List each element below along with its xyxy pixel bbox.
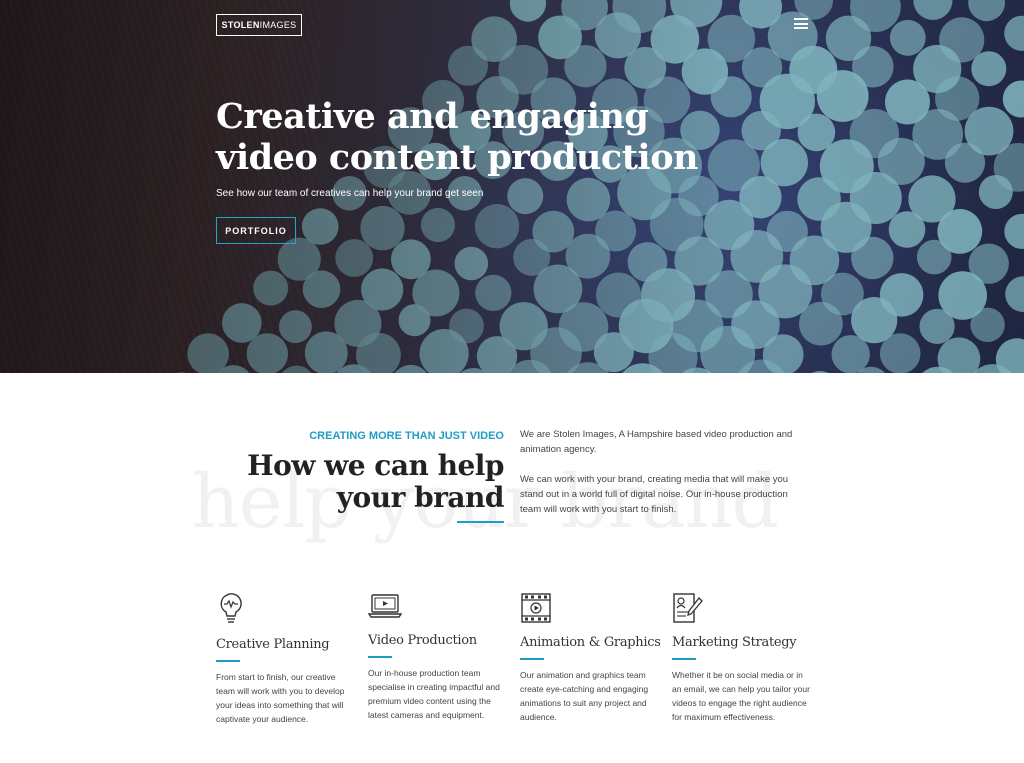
service-title: Marketing Strategy [672, 635, 797, 650]
site-logo[interactable]: STOLEN IMAGES [216, 14, 302, 36]
section-eyebrow: CREATING MORE THAN JUST VIDEO [309, 430, 504, 442]
hero-title-line-1: Creative and engaging [216, 96, 649, 137]
hamburger-menu-icon[interactable] [794, 18, 808, 30]
service-description: From start to finish, our creative team … [216, 672, 345, 724]
intro-text: We are Stolen Images, A Hampshire based … [520, 427, 810, 517]
intro-paragraph-1: We are Stolen Images, A Hampshire based … [520, 429, 793, 455]
document-pen-icon [673, 593, 703, 623]
lightbulb-icon [220, 593, 242, 623]
service-description: Whether it be on social media or in an e… [672, 670, 810, 722]
service-description: Our in-house production team specialise … [368, 668, 500, 720]
service-creative-planning: Creative Planning From start to finish, … [216, 592, 356, 726]
section-title-line-2: your brand [336, 481, 505, 514]
laptop-video-icon [367, 594, 403, 618]
service-title-underline [216, 660, 240, 662]
service-title-underline [672, 658, 696, 660]
logo-bold-text: STOLEN [221, 20, 260, 30]
portfolio-button[interactable]: PORTFOLIO [216, 217, 296, 244]
service-title: Video Production [368, 633, 477, 648]
hero-title: Creative and engaging video content prod… [216, 96, 736, 178]
service-title-underline [368, 656, 392, 658]
service-description: Our animation and graphics team create e… [520, 670, 649, 722]
logo-light-text: IMAGES [259, 20, 297, 30]
section-title-underline [457, 521, 504, 523]
section-title-line-1: How we can help [247, 449, 504, 482]
hero-subtitle: See how our team of creatives can help y… [216, 188, 484, 199]
hero-section: STOLEN IMAGES Creative and engaging video… [0, 0, 1024, 373]
intro-paragraph-2: We can work with your brand, creating me… [520, 474, 789, 515]
service-video-production: Video Production Our in-house production… [367, 592, 508, 722]
hero-overlay [0, 0, 1024, 373]
service-title: Animation & Graphics [520, 635, 661, 650]
service-animation-graphics: Animation & Graphics Our animation and g… [520, 592, 661, 724]
service-title-underline [520, 658, 544, 660]
service-title: Creative Planning [216, 637, 330, 652]
section-title: How we can help your brand [220, 450, 504, 514]
service-marketing-strategy: Marketing Strategy Whether it be on soci… [672, 592, 812, 724]
hero-title-line-2: video content production [216, 137, 698, 178]
film-strip-icon [521, 593, 551, 623]
